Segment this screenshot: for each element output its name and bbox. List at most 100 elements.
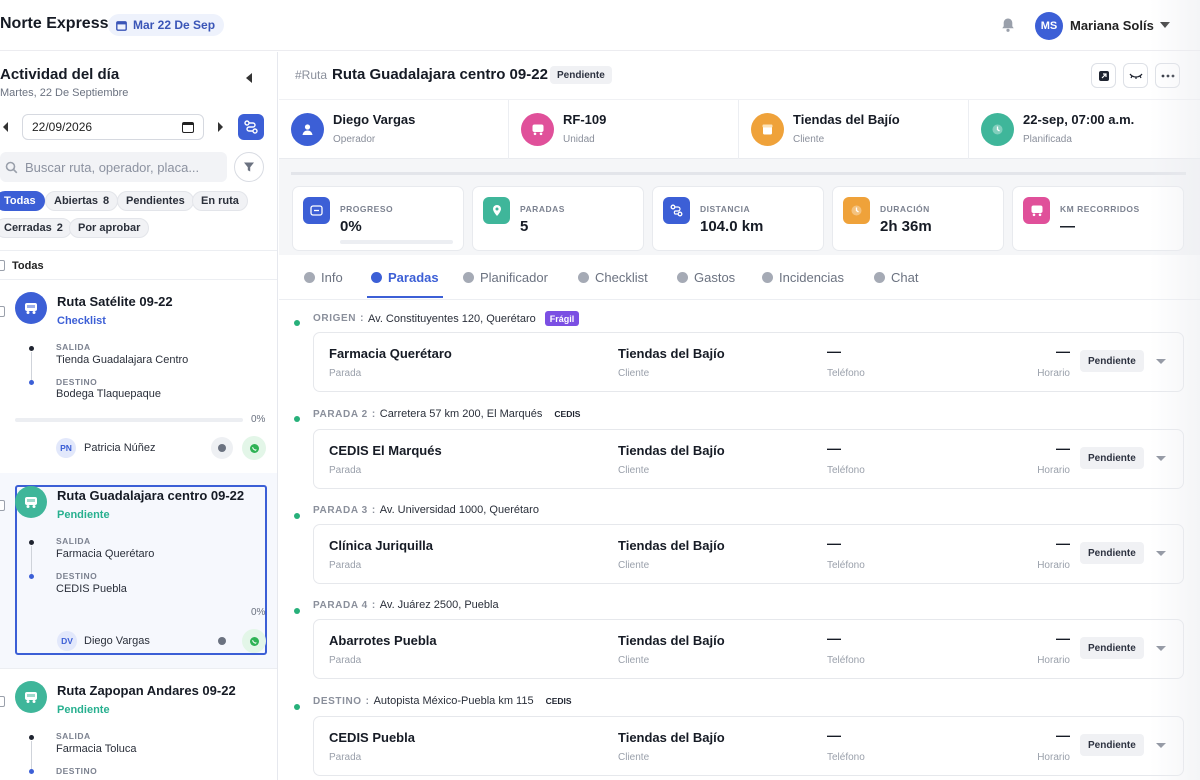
stat-label: DISTANCIA [700, 204, 751, 214]
route-card-guadalajara-centro[interactable]: Ruta Guadalajara centro 09-22 Pendiente … [0, 473, 277, 668]
stop-name: Clínica Juriquilla [329, 538, 434, 553]
user-name[interactable]: Mariana Solís [1070, 18, 1154, 33]
next-day-icon[interactable] [218, 122, 223, 132]
filter-chip-cerradas[interactable]: Cerradas 2 [0, 218, 72, 238]
stop-kind: DESTINO [313, 695, 362, 707]
salida-dot [29, 346, 34, 351]
truck-icon [15, 292, 47, 324]
collapse-left-icon[interactable] [246, 73, 252, 83]
stop-phone-label: Teléfono [827, 368, 865, 379]
stops-list: ORIGEN : Av. Constituyentes 120, Queréta… [279, 301, 1200, 780]
salida-label: SALIDA [56, 342, 91, 352]
stop-client: Tiendas del Bajío [618, 346, 725, 361]
stop-name: Abarrotes Puebla [329, 633, 437, 648]
route-info-strip: Diego Vargas Operador RF-109 Unidad Tien… [279, 99, 1200, 160]
info-planned: 22-sep, 07:00 a.m. Planificada [969, 100, 1199, 160]
route-card-zapopan[interactable]: Ruta Zapopan Andares 09-22 Pendiente SAL… [0, 668, 277, 780]
stop-phone: — [827, 343, 841, 359]
date-input-value: 22/09/2026 [32, 120, 93, 134]
filter-chip-por-aprobar[interactable]: Por aprobar [69, 218, 150, 238]
stop-card[interactable]: CEDIS El Marqués Parada Tiendas del Bají… [313, 429, 1184, 489]
route-planner-button[interactable] [238, 114, 264, 140]
filter-button[interactable] [234, 152, 264, 182]
destino-place: CEDIS Puebla [56, 583, 127, 595]
checklist-icon [578, 272, 589, 283]
stop-card[interactable]: CEDIS Puebla Parada Tiendas del Bajío Cl… [313, 716, 1184, 776]
filter-chip-label: Pendientes [126, 195, 185, 207]
operator-name: Patricia Núñez [84, 442, 156, 454]
stop-client-label: Cliente [618, 655, 650, 666]
route-card-satelite[interactable]: Ruta Satélite 09-22 Checklist SALIDA Tie… [0, 280, 277, 473]
user-avatar[interactable]: MS [1035, 12, 1063, 40]
chevron-down-icon[interactable] [1156, 551, 1166, 556]
salida-place: Farmacia Querétaro [56, 548, 155, 560]
salida-label: SALIDA [56, 731, 91, 741]
stop-separator: : [360, 313, 364, 324]
info-icon [304, 272, 315, 283]
select-all-checkbox[interactable] [0, 260, 5, 271]
tab-gastos[interactable]: Gastos [677, 270, 735, 285]
chat-button[interactable] [211, 437, 233, 459]
route-status: Pendiente [57, 509, 110, 521]
more-button[interactable] [1155, 63, 1180, 88]
stat-label: PROGRESO [340, 204, 394, 214]
brand-name[interactable]: Norte Express [0, 15, 109, 33]
stop-phone-label: Teléfono [827, 655, 865, 666]
stop-name-label: Parada [329, 560, 362, 571]
route-checkbox[interactable] [0, 500, 5, 511]
stat-label: PARADAS [520, 204, 565, 214]
filter-chip-pendientes[interactable]: Pendientes [117, 191, 194, 211]
date-chip[interactable]: Mar 22 De Sep [108, 14, 225, 36]
operator-avatar: PN [56, 438, 76, 458]
stop-kind: PARADA 4 [313, 599, 368, 611]
bell-icon[interactable] [1000, 17, 1016, 33]
stop-client-label: Cliente [618, 560, 650, 571]
stat-km-traveled: KM RECORRIDOS — [1012, 186, 1184, 251]
truck-icon [15, 486, 47, 518]
date-input[interactable]: 22/09/2026 [22, 114, 204, 140]
stop-schedule: — [1056, 440, 1070, 456]
search-input[interactable]: Buscar ruta, operador, placa... [0, 152, 227, 182]
eye-off-icon [1128, 73, 1143, 79]
whatsapp-button[interactable] [242, 436, 266, 460]
info-client: Tiendas del Bajío Cliente [739, 100, 969, 160]
stop-separator: : [371, 599, 376, 611]
tab-planificador[interactable]: Planificador [463, 270, 548, 285]
chevron-down-icon[interactable] [1156, 359, 1166, 364]
stop-card[interactable]: Farmacia Querétaro Parada Tiendas del Ba… [313, 332, 1184, 392]
chevron-down-icon[interactable] [1156, 456, 1166, 461]
hide-button[interactable] [1123, 63, 1148, 88]
tab-chat[interactable]: Chat [874, 270, 918, 285]
calendar-icon[interactable] [182, 121, 194, 133]
chevron-down-icon[interactable] [1156, 743, 1166, 748]
info-value: Tiendas del Bajío [793, 112, 900, 127]
more-icon [1161, 74, 1174, 77]
previous-day-icon[interactable] [3, 122, 8, 132]
tab-paradas[interactable]: Paradas [371, 270, 439, 285]
filter-chip-todas[interactable]: Todas [0, 191, 45, 211]
stop-card[interactable]: Clínica Juriquilla Parada Tiendas del Ba… [313, 524, 1184, 584]
stats-divider [291, 172, 1186, 175]
destino-dot [29, 769, 34, 774]
route-checkbox[interactable] [0, 696, 5, 707]
expand-button[interactable] [1091, 63, 1116, 88]
route-status: Pendiente [57, 704, 110, 716]
tab-info[interactable]: Info [304, 270, 343, 285]
whatsapp-button[interactable] [242, 629, 266, 653]
stop-timeline-dot [294, 608, 300, 614]
chat-button[interactable] [211, 630, 233, 652]
chevron-down-icon[interactable] [1160, 22, 1170, 28]
filter-chip-abiertas[interactable]: Abiertas 8 [45, 191, 119, 211]
tab-incidencias[interactable]: Incidencias [762, 270, 844, 285]
stop-card[interactable]: Abarrotes Puebla Parada Tiendas del Bají… [313, 619, 1184, 679]
tab-checklist[interactable]: Checklist [578, 270, 648, 285]
detail-tabs: Info Paradas Planificador Checklist Gast… [279, 255, 1200, 300]
route-checkbox[interactable] [0, 306, 5, 317]
chevron-down-icon[interactable] [1156, 646, 1166, 651]
destino-dot [29, 380, 34, 385]
stop-header: PARADA 3 : Av. Universidad 1000, Queréta… [313, 504, 539, 516]
tab-label: Planificador [480, 270, 548, 285]
truck-icon [1023, 197, 1050, 224]
filter-chip-en-ruta[interactable]: En ruta [192, 191, 248, 211]
selected-frame [15, 485, 267, 655]
